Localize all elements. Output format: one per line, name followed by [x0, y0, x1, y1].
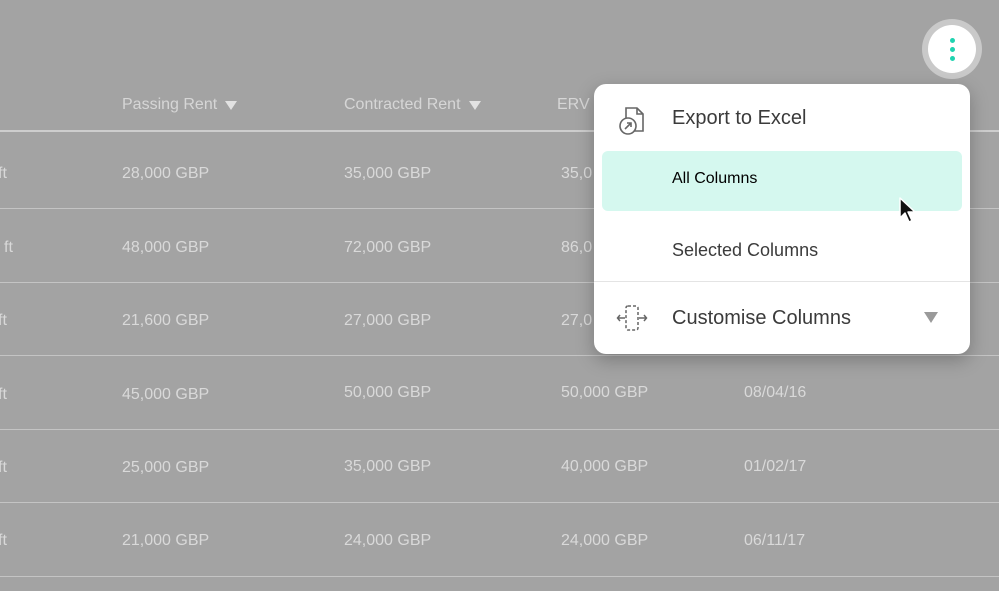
- customise-columns-label: Customise Columns: [672, 306, 851, 329]
- row-divider: [0, 355, 999, 356]
- menu-item-export-excel[interactable]: Export to Excel: [594, 98, 970, 138]
- sort-down-icon: [225, 100, 238, 110]
- table-cell-erv: 35,0: [561, 165, 593, 182]
- row-divider: [0, 429, 999, 430]
- table-cell-contracted-rent: 35,000 GBP: [344, 165, 432, 182]
- all-columns-label: All Columns: [672, 170, 758, 187]
- column-header-label: Passing Rent: [122, 96, 218, 113]
- table-cell-erv: 86,0: [561, 239, 593, 256]
- triangle-down-icon[interactable]: [924, 312, 938, 323]
- table-cell-passing-rent: 25,000 GBP: [122, 459, 210, 476]
- table-cell-area: j ft: [0, 239, 13, 256]
- columns-move-icon: [616, 305, 648, 331]
- table-cell-contracted-rent: 50,000 GBP: [344, 384, 432, 401]
- column-header-label: ERV: [557, 96, 590, 113]
- table-cell-erv: 50,000 GBP: [561, 384, 649, 401]
- table-cell-erv: 40,000 GBP: [561, 458, 649, 475]
- table-cell-area: ft: [0, 532, 7, 549]
- menu-divider: [594, 281, 970, 282]
- row-divider: [0, 576, 999, 577]
- table-cell-area: ft: [0, 459, 7, 476]
- table-cell-area: ft: [0, 312, 7, 329]
- table-cell-contracted-rent: 27,000 GBP: [344, 312, 432, 329]
- table-cell-date: 01/02/17: [744, 458, 807, 475]
- menu-item-customise-columns[interactable]: Customise Columns: [594, 298, 970, 338]
- table-cell-area: ft: [0, 165, 7, 182]
- export-file-icon: [619, 107, 644, 135]
- table-cell-date: 08/04/16: [744, 384, 807, 401]
- table-cell-erv: 27,0: [561, 312, 593, 329]
- table-cell-date: 06/11/17: [744, 532, 806, 549]
- selected-columns-label: Selected Columns: [672, 239, 819, 260]
- table-cell-erv: 24,000 GBP: [561, 532, 649, 549]
- table-cell-contracted-rent: 72,000 GBP: [344, 239, 432, 256]
- table-cell-contracted-rent: 24,000 GBP: [344, 532, 432, 549]
- column-header-erv[interactable]: ERV: [557, 96, 590, 114]
- column-header-contracted-rent[interactable]: Contracted Rent: [344, 96, 481, 114]
- menu-item-selected-columns[interactable]: Selected Columns: [594, 230, 970, 270]
- table-cell-passing-rent: 28,000 GBP: [122, 165, 210, 182]
- column-header-passing-rent[interactable]: Passing Rent: [122, 96, 238, 114]
- table-cell-passing-rent: 48,000 GBP: [122, 239, 210, 256]
- table-cell-passing-rent: 21,000 GBP: [122, 532, 210, 549]
- table-cell-area: ft: [0, 386, 7, 403]
- table-cell-passing-rent: 45,000 GBP: [122, 386, 210, 403]
- table-cell-contracted-rent: 35,000 GBP: [344, 458, 432, 475]
- mouse-cursor-icon: [899, 197, 916, 223]
- column-header-label: Contracted Rent: [344, 96, 461, 113]
- row-divider: [0, 502, 999, 503]
- more-options-button[interactable]: [922, 19, 982, 79]
- table-cell-passing-rent: 21,600 GBP: [122, 312, 210, 329]
- more-vertical-icon: [928, 25, 976, 73]
- export-label: Export to Excel: [672, 106, 807, 129]
- sort-down-icon: [468, 100, 481, 110]
